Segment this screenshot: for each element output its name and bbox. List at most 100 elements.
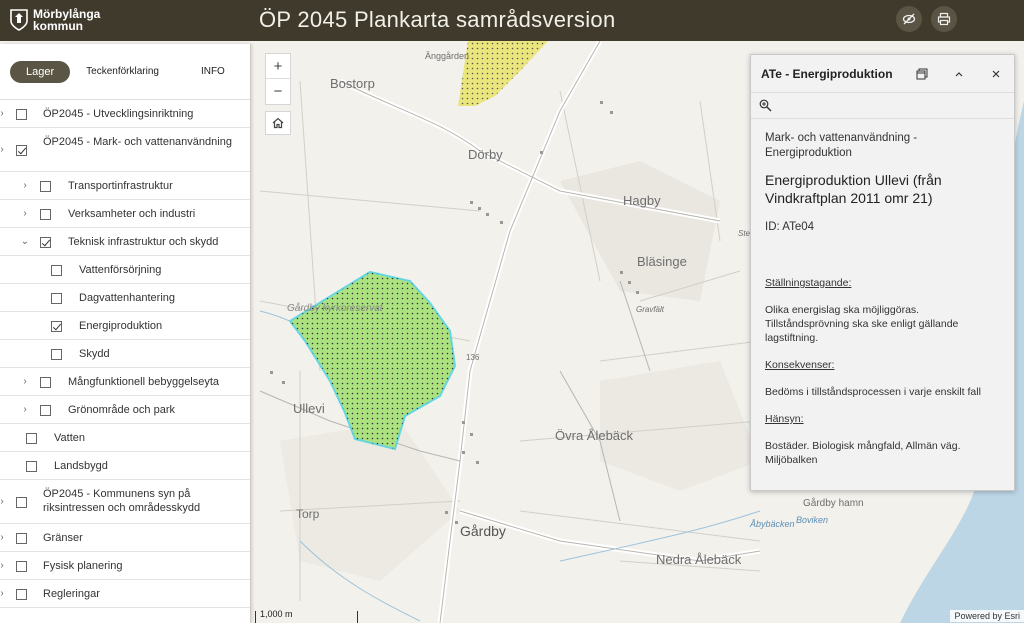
place-label: Gårdby hamn bbox=[803, 498, 864, 509]
layer-checkbox[interactable] bbox=[16, 560, 27, 572]
layer-item[interactable]: Energiproduktion bbox=[0, 312, 250, 340]
layer-checkbox[interactable] bbox=[16, 532, 27, 544]
layer-label: Verksamheter och industri bbox=[68, 208, 196, 220]
place-label: Bläsinge bbox=[637, 254, 687, 269]
layer-checkbox[interactable] bbox=[40, 376, 51, 388]
layer-item[interactable]: ⌄ Teknisk infrastruktur och skydd bbox=[0, 228, 250, 256]
layer-item[interactable]: › Verksamheter och industri bbox=[0, 200, 250, 228]
layer-item[interactable]: › Grönområde och park bbox=[0, 396, 250, 424]
section-text: Bostäder. Biologisk mångfald, Allmän väg… bbox=[765, 440, 961, 466]
layer-checkbox[interactable] bbox=[26, 432, 37, 444]
road-number-label: 136 bbox=[466, 353, 480, 362]
chevron-right-icon[interactable]: › bbox=[0, 560, 7, 571]
chevron-right-icon[interactable]: › bbox=[20, 404, 30, 415]
layer-label: Transportinfrastruktur bbox=[68, 180, 173, 192]
layer-item[interactable]: Dagvattenhantering bbox=[0, 284, 250, 312]
municipality-logo[interactable]: Mörbylånga kommun bbox=[10, 4, 130, 36]
dock-button[interactable] bbox=[914, 66, 930, 82]
section-text: Bedöms i tillståndsprocessen i varje ens… bbox=[765, 386, 981, 398]
layer-checkbox[interactable] bbox=[26, 460, 37, 472]
layer-item[interactable]: Vattenförsörjning bbox=[0, 256, 250, 284]
layer-checkbox[interactable] bbox=[40, 180, 51, 192]
chevron-right-icon[interactable]: › bbox=[20, 208, 30, 219]
layer-checkbox[interactable] bbox=[40, 236, 51, 248]
chevron-right-icon[interactable]: › bbox=[0, 144, 7, 155]
layer-item[interactable]: Landsbygd bbox=[0, 452, 250, 480]
layer-checkbox[interactable] bbox=[51, 292, 62, 304]
layer-checkbox[interactable] bbox=[51, 320, 62, 332]
crest-icon bbox=[10, 9, 28, 31]
layer-item[interactable]: › Gränser bbox=[0, 524, 250, 552]
layer-label: Gränser bbox=[43, 532, 83, 544]
layer-checkbox[interactable] bbox=[51, 348, 62, 360]
close-button[interactable] bbox=[988, 66, 1004, 82]
attribution[interactable]: Powered by Esri bbox=[950, 610, 1024, 622]
layer-label: Dagvattenhantering bbox=[79, 292, 176, 304]
layer-checkbox[interactable] bbox=[16, 496, 27, 508]
tab-layers[interactable]: Lager bbox=[10, 60, 71, 83]
place-label: Boviken bbox=[796, 515, 829, 525]
close-icon bbox=[992, 70, 1000, 78]
layer-item[interactable]: › ÖP2045 - Kommunens syn på riksintressen… bbox=[0, 480, 250, 524]
layer-label: ÖP2045 - Kommunens syn på riksintressen … bbox=[43, 488, 201, 514]
tab-legend[interactable]: Teckenförklaring bbox=[76, 61, 169, 83]
feature-category: Mark- och vattenanvändning - Energiprodu… bbox=[765, 132, 918, 159]
place-label: Dörby bbox=[468, 147, 503, 162]
layer-checkbox[interactable] bbox=[16, 108, 27, 120]
layer-panel: Lager Teckenförklaring INFO › ÖP2045 - Ut… bbox=[0, 44, 251, 623]
layer-item[interactable]: › Fysisk planering bbox=[0, 552, 250, 580]
layer-label: Regleringar bbox=[43, 588, 100, 600]
section-heading: Konsekvenser: bbox=[765, 359, 835, 371]
layer-label: Vatten bbox=[54, 432, 85, 444]
layer-checkbox[interactable] bbox=[40, 208, 51, 220]
layer-checkbox[interactable] bbox=[51, 264, 62, 276]
place-label: Övra Ålebäck bbox=[555, 428, 634, 443]
zoom-out-button[interactable]: − bbox=[266, 79, 290, 104]
layer-item[interactable]: › Regleringar bbox=[0, 580, 250, 608]
layer-item[interactable]: Skydd bbox=[0, 340, 250, 368]
section-text: Olika energislag ska möjliggöras. Tillst… bbox=[765, 304, 959, 344]
place-label: Åbybäcken bbox=[750, 519, 795, 529]
layer-label: Vattenförsörjning bbox=[79, 264, 162, 276]
place-label: Gravfält bbox=[636, 305, 665, 314]
place-label: Gårdby bbox=[460, 523, 506, 539]
chevron-down-icon[interactable]: ⌄ bbox=[20, 236, 30, 247]
home-icon bbox=[272, 117, 284, 129]
chevron-up-icon bbox=[955, 72, 963, 77]
zoom-to-icon[interactable] bbox=[759, 99, 772, 112]
chevron-right-icon[interactable]: › bbox=[0, 532, 7, 543]
layer-label: ÖP2045 - Utvecklingsinriktning bbox=[43, 108, 194, 120]
popup-content: Mark- och vattenanvändning - Energiprodu… bbox=[751, 119, 1014, 477]
zoom-control: + − bbox=[265, 53, 291, 105]
eye-slash-icon bbox=[902, 13, 916, 25]
chevron-right-icon[interactable]: › bbox=[0, 496, 7, 507]
chevron-right-icon[interactable]: › bbox=[20, 376, 30, 387]
feature-id: ID: ATe04 bbox=[765, 221, 815, 233]
toggle-view-button[interactable] bbox=[896, 6, 922, 32]
dock-icon bbox=[916, 68, 928, 80]
layer-item[interactable]: › ÖP2045 - Mark- och vattenanvändning bbox=[0, 128, 250, 172]
section-heading: Hänsyn: bbox=[765, 413, 804, 425]
layer-label: Landsbygd bbox=[54, 460, 108, 472]
layer-label: Skydd bbox=[79, 348, 110, 360]
place-label: Ullevi bbox=[293, 401, 325, 416]
print-button[interactable] bbox=[931, 6, 957, 32]
zoom-in-button[interactable]: + bbox=[266, 54, 290, 79]
layer-item[interactable]: Vatten bbox=[0, 424, 250, 452]
chevron-right-icon[interactable]: › bbox=[0, 108, 7, 119]
chevron-right-icon[interactable]: › bbox=[0, 588, 7, 599]
layer-item[interactable]: › Transportinfrastruktur bbox=[0, 172, 250, 200]
place-label: Gårdby kyrkoreservat bbox=[287, 303, 383, 314]
collapse-button[interactable] bbox=[951, 66, 967, 82]
layer-item[interactable]: › ÖP2045 - Utvecklingsinriktning bbox=[0, 100, 250, 128]
layer-item[interactable]: › Mångfunktionell bebyggelseyta bbox=[0, 368, 250, 396]
tab-info[interactable]: INFO bbox=[191, 61, 235, 83]
logo-text: Mörbylånga kommun bbox=[33, 7, 101, 33]
layer-checkbox[interactable] bbox=[16, 144, 27, 156]
app-title: ÖP 2045 Plankarta samrådsversion bbox=[259, 7, 616, 32]
home-button[interactable] bbox=[265, 111, 291, 135]
layer-checkbox[interactable] bbox=[16, 588, 27, 600]
feature-name: Energiproduktion Ullevi (från Vindkraftp… bbox=[765, 172, 942, 206]
chevron-right-icon[interactable]: › bbox=[20, 180, 30, 191]
layer-checkbox[interactable] bbox=[40, 404, 51, 416]
